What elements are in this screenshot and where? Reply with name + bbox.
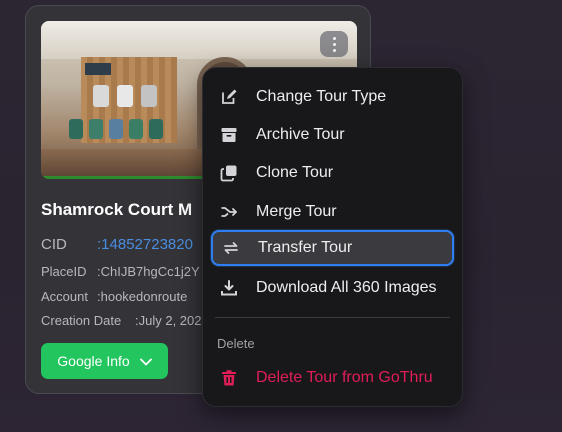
thumbnail-shirt xyxy=(89,119,103,139)
tour-actions-menu: Change Tour Type Archive Tour Clone Tour… xyxy=(202,67,463,407)
account-value: :hookedonroute xyxy=(97,289,188,304)
menu-item-label: Clone Tour xyxy=(256,164,334,181)
thumbnail-shirt xyxy=(93,85,109,107)
menu-item-label: Transfer Tour xyxy=(258,239,353,256)
google-info-button[interactable]: Google Info xyxy=(41,343,168,379)
menu-section-label: Delete xyxy=(217,336,255,351)
kebab-dot xyxy=(332,36,336,40)
transfer-icon xyxy=(221,238,241,258)
account-row: Account :hookedonroute xyxy=(41,289,187,304)
menu-item-archive-tour[interactable]: Archive Tour xyxy=(211,117,454,153)
creation-date-label: Creation Date xyxy=(41,313,122,328)
menu-item-label: Change Tour Type xyxy=(256,88,387,105)
edit-icon xyxy=(219,87,239,107)
menu-item-transfer-tour[interactable]: Transfer Tour xyxy=(211,230,454,266)
thumbnail-shirt xyxy=(129,119,143,139)
thumbnail-shirt xyxy=(117,85,133,107)
menu-item-label: Delete Tour from GoThru xyxy=(256,369,433,386)
thumbnail-sign xyxy=(85,63,111,75)
account-label: Account xyxy=(41,289,88,304)
more-options-button[interactable] xyxy=(320,31,348,57)
menu-item-clone-tour[interactable]: Clone Tour xyxy=(211,155,454,191)
menu-item-download-all-images[interactable]: Download All 360 Images xyxy=(211,270,454,306)
chevron-down-icon xyxy=(139,353,152,369)
thumbnail-shirt xyxy=(69,119,83,139)
trash-icon xyxy=(219,368,239,388)
copy-icon xyxy=(219,163,239,183)
placeid-value: :ChIJB7hgCc1j2Y xyxy=(97,264,200,279)
menu-item-delete-tour[interactable]: Delete Tour from GoThru xyxy=(211,360,454,396)
menu-item-label: Archive Tour xyxy=(256,126,345,143)
creation-date-value: :July 2, 202 xyxy=(135,313,202,328)
kebab-dot xyxy=(332,42,336,46)
cid-link[interactable]: :14852723820 xyxy=(97,236,193,253)
tour-title: Shamrock Court M xyxy=(41,200,193,219)
placeid-label: PlaceID xyxy=(41,264,87,279)
menu-item-merge-tour[interactable]: Merge Tour xyxy=(211,194,454,230)
kebab-dot xyxy=(332,48,336,52)
cid-row: CID :14852723820 xyxy=(41,236,193,253)
merge-icon xyxy=(219,202,239,222)
thumbnail-shirt xyxy=(149,119,163,139)
thumbnail-ceiling xyxy=(41,21,357,59)
download-icon xyxy=(219,278,239,298)
menu-item-label: Merge Tour xyxy=(256,203,337,220)
thumbnail-shirt xyxy=(141,85,157,107)
archive-icon xyxy=(219,125,239,145)
menu-item-change-tour-type[interactable]: Change Tour Type xyxy=(211,79,454,115)
creation-date-row: Creation Date :July 2, 202 xyxy=(41,313,202,328)
menu-item-label: Download All 360 Images xyxy=(256,279,437,296)
placeid-row: PlaceID :ChIJB7hgCc1j2Y xyxy=(41,264,200,279)
menu-divider xyxy=(215,317,450,318)
cid-label: CID xyxy=(41,236,67,253)
google-info-label: Google Info xyxy=(57,353,130,369)
thumbnail-shirt xyxy=(109,119,123,139)
